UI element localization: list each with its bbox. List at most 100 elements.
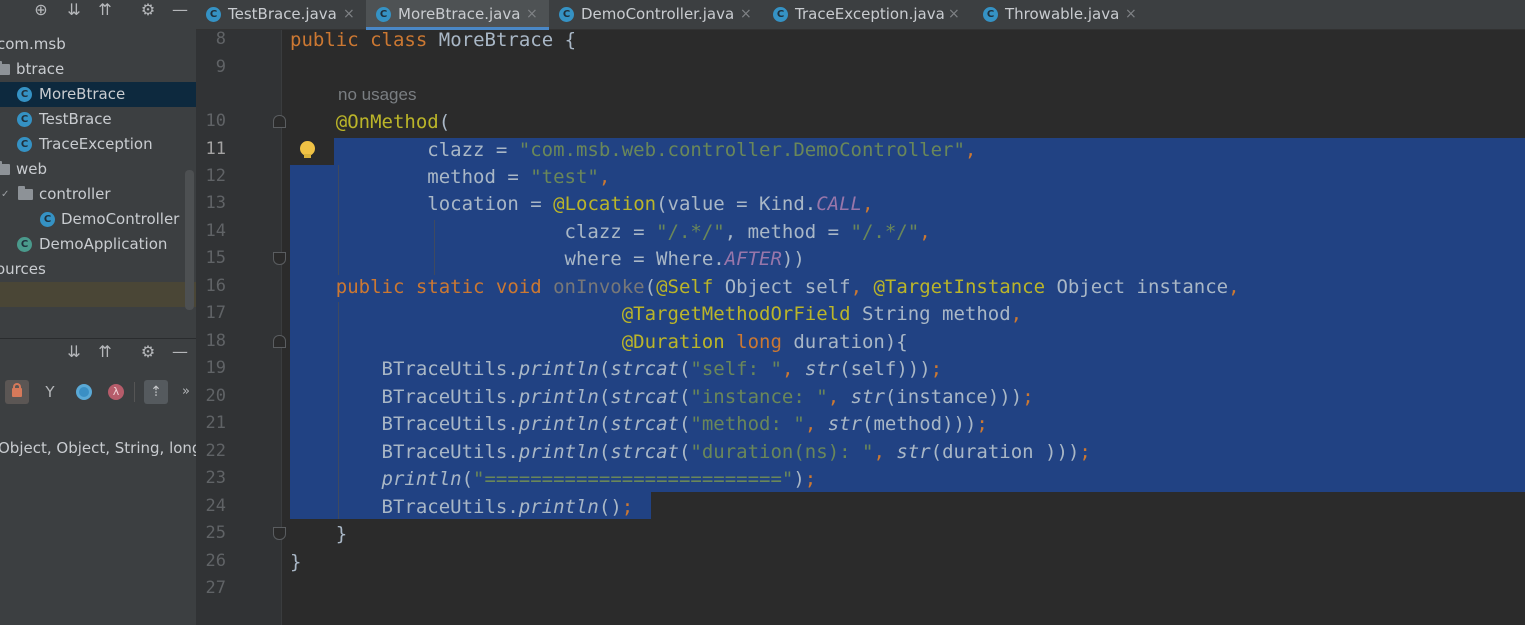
code-editor[interactable]: 8 9 10 11 12 13 14 15 16 17 18 19 20 21 … xyxy=(196,27,1525,625)
line-number: 25 xyxy=(205,523,226,543)
tab-democontroller[interactable]: C DemoController.java × xyxy=(549,0,763,30)
code-token: "self: " xyxy=(690,358,782,380)
tree-item-class-selected[interactable]: C MoreBtrace xyxy=(0,82,196,107)
code-token: str xyxy=(896,441,931,463)
code-token: @TargetInstance xyxy=(873,276,1046,298)
editor-tab-bar: C TestBrace.java × C MoreBtrace.java × C… xyxy=(196,0,1525,30)
field-filter-button[interactable] xyxy=(72,380,96,404)
autoscroll-button[interactable]: ⇡ xyxy=(144,380,168,404)
line-number-gutter[interactable]: 8 9 10 11 12 13 14 15 16 17 18 19 20 21 … xyxy=(196,29,282,625)
code-line-19: BTraceUtils.println(strcat("self: ", str… xyxy=(290,356,943,383)
code-line-16: public static void onInvoke(@Self Object… xyxy=(290,274,1240,301)
minimize-icon[interactable]: — xyxy=(170,0,190,20)
tree-item-class[interactable]: C DemoApplication xyxy=(0,232,196,257)
inlay-hint-usages[interactable]: no usages xyxy=(338,83,416,107)
minimize-icon[interactable]: — xyxy=(170,342,190,362)
close-icon[interactable]: × xyxy=(343,0,355,29)
project-scrollbar[interactable] xyxy=(185,170,194,310)
tab-traceexception[interactable]: C TraceException.java × xyxy=(763,0,973,30)
code-token: Object instance xyxy=(1045,276,1229,298)
code-line-13: location = @Location(value = Kind.CALL, xyxy=(290,191,873,218)
close-icon[interactable]: × xyxy=(740,0,752,29)
fold-marker[interactable] xyxy=(273,115,286,128)
code-token: AFTER xyxy=(724,248,782,270)
class-icon: C xyxy=(206,7,221,22)
lambda-filter-button[interactable]: λ xyxy=(104,380,128,404)
close-icon[interactable]: × xyxy=(526,0,538,29)
code-token: MoreBtrace { xyxy=(438,29,577,51)
line-number: 12 xyxy=(205,166,226,186)
line-number: 21 xyxy=(205,413,226,433)
code-token: duration){ xyxy=(781,331,908,353)
code-line-12: method = "test", xyxy=(290,164,610,191)
tree-item-label: btrace xyxy=(16,60,65,78)
collapse-all-icon[interactable]: ⇈ xyxy=(95,342,115,362)
code-token: strcat xyxy=(610,441,679,463)
structure-toolbar: ⇊ ⇈ ⚙ — xyxy=(0,342,196,372)
folder-icon xyxy=(18,186,33,200)
tree-item-class[interactable]: C TraceException xyxy=(0,132,196,157)
line-number: 8 xyxy=(215,29,226,49)
tab-throwable[interactable]: C Throwable.java × xyxy=(973,0,1151,30)
code-line-23: println("=========================="); xyxy=(290,466,817,493)
line-number: 10 xyxy=(205,111,226,131)
close-icon[interactable]: × xyxy=(1125,0,1137,29)
class-icon: C xyxy=(376,7,391,22)
structure-filter-bar: Y λ ⇡ » xyxy=(0,374,196,410)
class-icon: C xyxy=(983,7,998,22)
code-token: (value = Kind. xyxy=(656,193,817,215)
structure-item[interactable]: Object, Object, String, long xyxy=(0,436,196,461)
tree-item-package[interactable]: com.msb xyxy=(0,32,196,57)
code-token: CALL xyxy=(816,193,862,215)
fork-icon[interactable]: Y xyxy=(40,382,60,402)
line-number: 14 xyxy=(205,221,226,241)
locate-icon[interactable]: ⊕ xyxy=(31,0,51,20)
code-token: strcat xyxy=(610,358,679,380)
tree-item-folder[interactable]: btrace xyxy=(0,57,196,82)
fold-marker[interactable] xyxy=(273,527,286,540)
code-token: ( xyxy=(678,386,691,408)
lock-icon-button[interactable] xyxy=(5,380,29,404)
code-token: (method))) xyxy=(862,413,977,435)
lambda-icon: λ xyxy=(108,384,124,400)
line-number: 27 xyxy=(205,578,226,598)
expand-all-icon[interactable]: ⇊ xyxy=(64,342,84,362)
code-token: String method xyxy=(850,303,1011,325)
code-token: ) xyxy=(793,468,805,490)
code-token: , xyxy=(1010,303,1023,325)
tree-item-folder[interactable]: web xyxy=(0,157,196,182)
gear-icon[interactable]: ⚙ xyxy=(138,342,158,362)
code-token: method = xyxy=(427,166,531,188)
code-token: "instance: " xyxy=(690,386,828,408)
tree-item-class[interactable]: C DemoController xyxy=(0,207,196,232)
code-token: BTraceUtils. xyxy=(381,413,519,435)
collapse-all-icon[interactable]: ⇈ xyxy=(95,0,115,20)
code-token: ( xyxy=(598,358,611,380)
tab-label: Throwable.java xyxy=(1005,5,1120,23)
chevron-down-icon[interactable]: ✓ xyxy=(1,182,9,207)
fold-marker[interactable] xyxy=(273,335,286,348)
folder-icon xyxy=(0,61,10,75)
tree-item-folder[interactable]: ources xyxy=(0,257,196,282)
tree-item-label: TraceException xyxy=(39,135,153,153)
tree-item-class[interactable]: C TestBrace xyxy=(0,107,196,132)
code-token: , method = xyxy=(724,221,851,243)
code-token: "duration(ns): " xyxy=(690,441,874,463)
spring-class-icon: C xyxy=(17,237,32,252)
line-number: 22 xyxy=(205,441,226,461)
class-icon: C xyxy=(17,112,32,127)
line-number: 15 xyxy=(205,248,226,268)
tab-label: TraceException.java xyxy=(795,5,945,23)
project-panel: ⊕ ⇊ ⇈ ⚙ — com.msb btrace C MoreBtrace C … xyxy=(0,0,196,625)
code-line-8: public class MoreBtrace { xyxy=(290,27,576,54)
more-icon[interactable]: » xyxy=(176,382,196,402)
code-token: , xyxy=(873,441,897,463)
fold-marker[interactable] xyxy=(273,252,286,265)
tree-item-folder[interactable]: ✓ controller xyxy=(0,182,196,207)
gear-icon[interactable]: ⚙ xyxy=(138,0,158,20)
close-icon[interactable]: × xyxy=(948,0,960,29)
tab-morebtrace[interactable]: C MoreBtrace.java × xyxy=(366,0,549,30)
tree-item-highlight[interactable] xyxy=(0,282,196,307)
expand-all-icon[interactable]: ⇊ xyxy=(64,0,84,20)
code-token: "com.msb.web.controller.DemoController" xyxy=(518,139,965,161)
